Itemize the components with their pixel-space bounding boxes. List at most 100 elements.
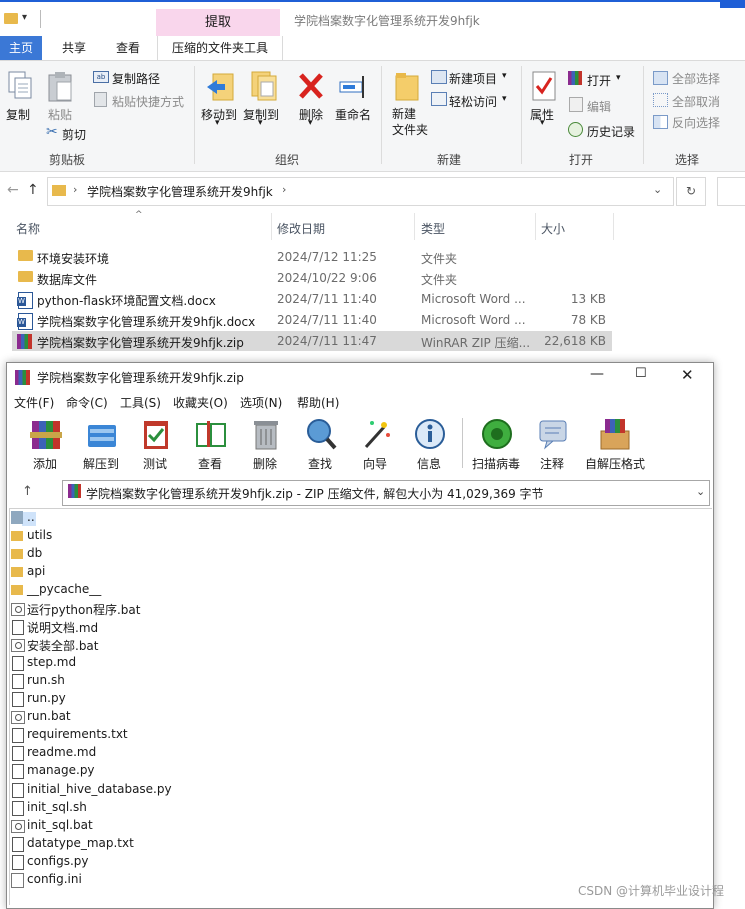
toolbar-label: 自解压格式 [584,457,645,471]
file-row[interactable]: 学院档案数字化管理系统开发9hfjk.docx 2024/7/11 11:40 … [12,310,612,330]
group-label-new: 新建 [437,153,462,167]
back-icon[interactable]: ← [7,182,19,198]
file-row-selected[interactable]: 学院档案数字化管理系统开发9hfjk.zip 2024/7/11 11:47 W… [12,331,612,351]
menu-file[interactable]: 文件(F) [14,394,54,411]
file-row[interactable]: 环境安装环境 2024/7/12 11:25 文件夹 [12,247,612,267]
column-separator[interactable] [535,213,536,240]
archive-path-dropdown-icon[interactable]: ⌄ [696,485,705,498]
archive-item[interactable]: db [10,545,410,563]
select-all-icon [653,71,668,85]
folder-icon [18,250,33,261]
breadcrumb[interactable]: 学院档案数字化管理系统开发9hfjk [87,183,273,200]
refresh-button[interactable]: ↻ [676,177,706,206]
file-icon [12,746,24,762]
archive-item[interactable]: config.ini [10,871,410,889]
file-date: 2024/7/11 11:40 [277,292,377,306]
easy-access-dropdown-icon: ▾ [502,94,507,104]
column-header-date[interactable]: 修改日期 [277,220,325,237]
tab-view[interactable]: 查看 [106,36,150,60]
menu-help[interactable]: 帮助(H) [297,394,339,411]
toolbar-sfx-button[interactable]: 自解压格式 [583,416,647,471]
column-header-type[interactable]: 类型 [421,220,445,237]
archive-item[interactable]: run.bat [10,708,410,726]
titlebar-right-accent [720,0,745,8]
archive-item[interactable]: __pycache__ [10,581,410,599]
toolbar-separator [462,418,463,468]
toolbar-label: 信息 [416,457,441,471]
archive-item-name: init_sql.sh [27,799,87,814]
file-row[interactable]: python-flask环境配置文档.docx 2024/7/11 11:40 … [12,289,612,309]
archive-item[interactable]: run.py [10,690,410,708]
copy-to-dropdown-icon: ▾ [258,118,263,128]
toolbar-view-button[interactable]: 查看 [184,416,236,471]
archive-item[interactable]: step.md [10,654,410,672]
archive-item[interactable]: readme.md [10,744,410,762]
quick-access-folder-icon[interactable] [4,13,18,24]
column-separator[interactable] [613,213,614,240]
archive-item[interactable]: init_sql.sh [10,799,410,817]
archive-item-name: step.md [27,654,77,669]
close-icon[interactable]: ✕ [681,366,694,384]
sort-ascending-icon: ^ [135,210,143,220]
up-icon[interactable]: ↑ [27,182,39,198]
archive-item[interactable]: .. [10,509,410,527]
toolbar-test-button[interactable]: 测试 [129,416,181,471]
toolbar-virus-scan-button[interactable]: 扫描病毒 [468,416,524,471]
archive-item[interactable]: 运行python程序.bat [10,600,410,618]
archive-item[interactable]: datatype_map.txt [10,835,410,853]
toolbar-label: 查找 [307,457,332,471]
archive-item[interactable]: 说明文档.md [10,618,410,636]
file-type: Microsoft Word ... [421,313,526,327]
history-icon [568,122,583,137]
winrar-icon [68,484,81,498]
column-header-name[interactable]: 名称 [16,220,40,237]
file-row[interactable]: 数据库文件 2024/10/22 9:06 文件夹 [12,268,612,288]
column-separator[interactable] [271,213,272,240]
invert-selection-icon [653,115,668,129]
menu-commands[interactable]: 命令(C) [66,394,108,411]
context-tab-extract[interactable]: 提取 [156,9,280,36]
column-separator[interactable] [414,213,415,240]
toolbar-add-button[interactable]: 添加 [19,416,71,471]
archive-item[interactable]: requirements.txt [10,726,410,744]
tab-compressed-folder-tools[interactable]: 压缩的文件夹工具 [157,36,283,60]
archive-item[interactable]: manage.py [10,762,410,780]
copy-icon [8,71,32,99]
toolbar-wizard-button[interactable]: 向导 [349,416,401,471]
tab-share[interactable]: 共享 [52,36,96,60]
column-header-size[interactable]: 大小 [541,220,565,237]
quick-access-dropdown-icon[interactable]: ▾ [22,12,27,23]
toolbar-label: 扫描病毒 [471,457,520,471]
menu-options[interactable]: 选项(N) [240,394,282,411]
minimize-icon[interactable]: — [590,366,604,382]
archive-item[interactable]: api [10,563,410,581]
search-input[interactable] [717,177,745,206]
menu-tools[interactable]: 工具(S) [120,394,161,411]
copy-path-icon: ab [93,71,109,83]
archive-item[interactable]: configs.py [10,853,410,871]
tab-home[interactable]: 主页 [0,36,42,60]
breadcrumb-chevron-icon: › [73,183,78,196]
archive-item-name: utils [27,528,53,543]
archive-item[interactable]: initial_hive_database.py [10,781,410,799]
maximize-icon[interactable]: ☐ [635,366,647,381]
archive-item[interactable]: init_sql.bat [10,817,410,835]
address-bar[interactable]: › 学院档案数字化管理系统开发9hfjk › ⌄ [47,177,674,206]
select-all-label: 全部选择 [672,72,721,86]
toolbar-find-button[interactable]: 查找 [294,416,346,471]
properties-dropdown-icon: ▾ [540,118,545,128]
winrar-open-icon [568,71,582,85]
archive-item[interactable]: run.sh [10,672,410,690]
file-icon [12,619,24,635]
toolbar-delete-button[interactable]: 删除 [239,416,291,471]
toolbar-comment-button[interactable]: 注释 [526,416,578,471]
delete-x-icon [299,73,323,99]
toolbar-extract-button[interactable]: 解压到 [75,416,127,471]
archive-item[interactable]: 安装全部.bat [10,636,410,654]
archive-item[interactable]: utils [10,527,410,545]
up-folder-icon[interactable]: ↑ [22,484,33,499]
address-dropdown-icon[interactable]: ⌄ [653,183,662,196]
archive-item-name: requirements.txt [27,727,128,742]
menu-favorites[interactable]: 收藏夹(O) [173,394,228,411]
toolbar-info-button[interactable]: 信息 [403,416,455,471]
